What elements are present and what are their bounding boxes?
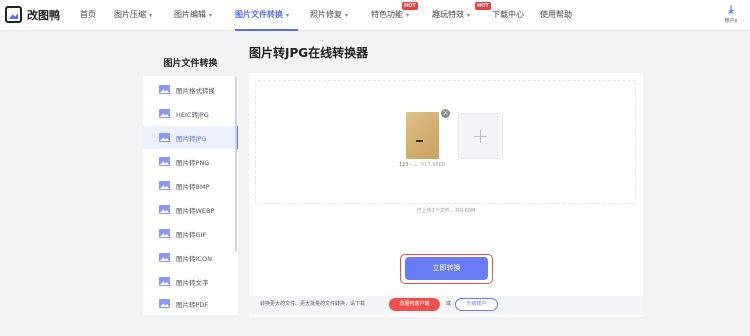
image-icon (159, 133, 170, 142)
sidebar-item-label: 图片转GIF (176, 230, 207, 239)
sidebar-item-label: 图片转JPG (176, 134, 207, 143)
account-button[interactable]: ⤓ 账户ıı (716, 3, 746, 24)
close-icon[interactable]: × (441, 109, 450, 118)
download-client-button[interactable]: 改图鸭客户端 (389, 298, 440, 311)
image-icon (159, 299, 170, 308)
nav-home[interactable]: 首页 (80, 9, 96, 20)
nav-photo-restore[interactable]: 照片修复 ▾ (310, 9, 348, 20)
nav-active-underline (235, 29, 298, 31)
sidebar-item-label: 图片转BMP (176, 182, 210, 191)
nav-label: 图片文件转换 (235, 10, 283, 19)
sidebar-item-label: HEIC转JPG (176, 110, 209, 119)
sidebar-item-label: 图片转ICON (176, 254, 212, 263)
nav-label: 图片编辑 (174, 10, 206, 19)
nav-special-features[interactable]: 特色功能 ▾ (371, 9, 409, 20)
chevron-down-icon: ▾ (286, 12, 290, 19)
sidebar-item-format-convert[interactable]: 图片格式转换 (143, 78, 238, 101)
nav-label: 照片修复 (310, 10, 342, 19)
logo-image-icon (5, 6, 22, 23)
image-icon (159, 181, 170, 190)
sidebar-item-label: 图片转PDF (176, 300, 209, 309)
sidebar-item-to-icon[interactable]: 图片转ICON (143, 246, 238, 269)
upgrade-account-button[interactable]: 升级账户 (455, 298, 498, 311)
nav-download-center[interactable]: 下载中心 (492, 9, 524, 20)
chevron-down-icon: ▾ (149, 12, 153, 19)
sidebar-item-label: 图片转WEBP (176, 206, 215, 215)
image-icon (159, 205, 170, 214)
chevron-down-icon: ▾ (209, 12, 213, 19)
sidebar-item-to-bmp[interactable]: 图片转BMP (143, 174, 238, 197)
nav-image-file-convert[interactable]: 图片文件转换 ▾ (235, 9, 289, 20)
image-icon (159, 277, 170, 286)
account-label: 账户ıı (724, 18, 738, 24)
sidebar-item-to-text[interactable]: 图片转文字 (143, 270, 238, 293)
file-name: 123 - ... (399, 162, 419, 168)
sidebar-item-to-gif[interactable]: 图片转GIF (143, 222, 238, 245)
convert-button[interactable]: 立即转换 (405, 257, 488, 280)
nav-label: 使用帮助 (540, 10, 572, 19)
sidebar-item-to-png[interactable]: 图片转PNG (143, 150, 238, 173)
sidebar-item-label: 图片格式转换 (176, 86, 215, 95)
download-icon: ⤓ (728, 3, 734, 16)
add-file-button[interactable]: + (458, 113, 503, 159)
upload-status: 已上传1个文件，共0.60M (416, 208, 476, 214)
nav-label: 图片压缩 (114, 10, 146, 19)
nav-image-compress[interactable]: 图片压缩 ▾ (114, 9, 152, 20)
nav-image-edit[interactable]: 图片编辑 ▾ (174, 9, 212, 20)
plus-icon: + (472, 124, 489, 148)
hot-badge: HOT (402, 2, 418, 10)
sidebar-item-heic-to-jpg[interactable]: HEIC转JPG (143, 102, 238, 125)
sidebar: 图片格式转换 HEIC转JPG 图片转JPG 图片转PNG 图片转BMP 图片转… (143, 76, 238, 315)
chevron-down-icon: ▾ (406, 12, 410, 19)
top-navigation: 改图鸭 首页 图片压缩 ▾ 图片编辑 ▾ 图片文件转换 ▾ 照片修复 ▾ 特色功能 ▾ H… (0, 0, 750, 31)
nav-fun-effects[interactable]: 趣玩特效 ▾ (432, 9, 470, 20)
sidebar-item-to-pdf[interactable]: 图片转PDF (143, 292, 238, 315)
image-icon (159, 109, 170, 118)
chevron-down-icon: ▾ (345, 12, 349, 19)
logo[interactable]: 改图鸭 (5, 6, 60, 23)
image-icon (159, 253, 170, 262)
sidebar-scrollbar[interactable] (235, 76, 237, 252)
app-name: 改图鸭 (27, 8, 60, 22)
or-text: 或 (446, 301, 452, 307)
nav-label: 首页 (80, 10, 96, 19)
nav-label: 特色功能 (371, 10, 403, 19)
sidebar-item-label: 图片转文字 (176, 278, 209, 287)
uploaded-image-thumbnail[interactable] (406, 112, 439, 159)
chevron-down-icon: ▾ (467, 12, 471, 19)
hot-badge: HOT (475, 2, 491, 10)
sidebar-item-label: 图片转PNG (176, 158, 210, 167)
image-icon (159, 157, 170, 166)
nav-label: 下载中心 (492, 10, 524, 19)
image-icon (159, 229, 170, 238)
page-title: 图片转JPG在线转换器 (249, 46, 369, 60)
upload-area[interactable] (255, 80, 636, 204)
nav-label: 趣玩特效 (432, 10, 464, 19)
image-icon (159, 85, 170, 94)
file-size: 617.98KB (421, 162, 446, 168)
bottom-note: 转换更大的文件、更大批量的文件转换，请下载 (260, 301, 366, 307)
sidebar-item-to-jpg[interactable]: 图片转JPG (143, 126, 238, 149)
sidebar-title: 图片文件转换 (163, 59, 218, 69)
nav-help[interactable]: 使用帮助 (540, 9, 572, 20)
sidebar-item-to-webp[interactable]: 图片转WEBP (143, 198, 238, 221)
